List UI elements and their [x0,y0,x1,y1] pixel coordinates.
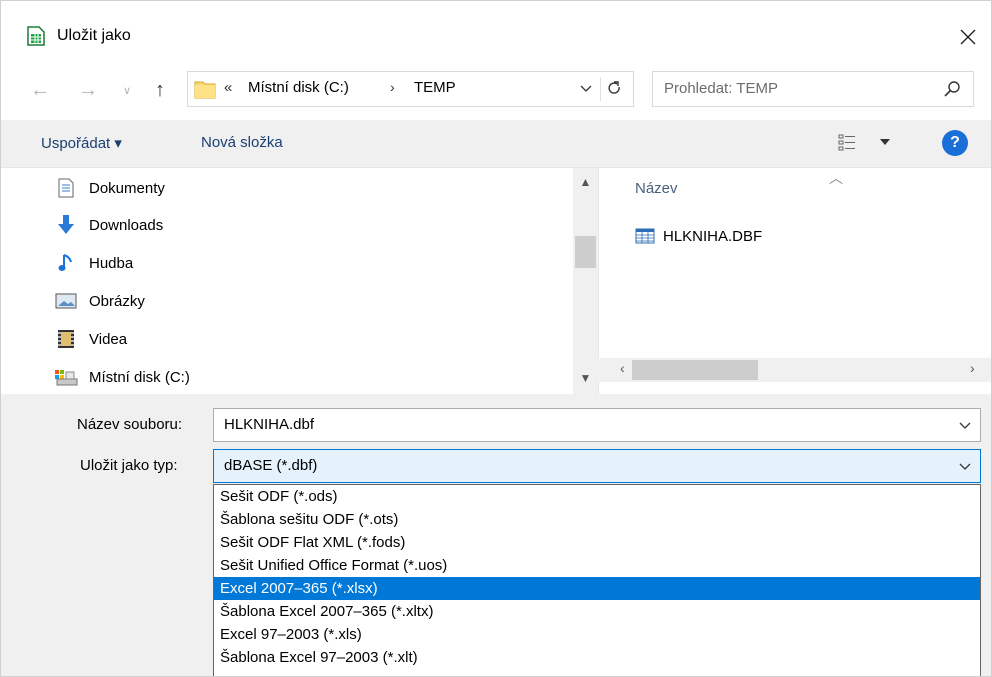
search-input[interactable]: Prohledat: TEMP [652,71,974,107]
download-icon [53,214,79,236]
calc-app-icon [27,26,45,46]
refresh-button[interactable] [600,77,628,101]
breadcrumb-drive[interactable]: Místní disk (C:) [248,79,349,96]
dbf-file-icon [635,228,655,244]
window-title: Uložit jako [57,27,131,44]
arrow-up-icon: ↑ [155,78,165,101]
sidebar-item-pictures[interactable]: Obrázky [53,283,145,319]
scroll-thumb[interactable] [575,236,596,268]
chevron-down-icon[interactable] [956,457,974,475]
search-placeholder: Prohledat: TEMP [664,80,778,97]
view-options-icon[interactable] [838,133,856,153]
sidebar-item-videos[interactable]: Videa [53,321,127,357]
sidebar-item-label: Downloads [89,216,164,234]
scroll-up-icon[interactable]: ▲ [573,172,598,192]
music-icon [53,252,79,274]
save-as-dialog: Uložit jako ← → ∨ ↑ « Místní disk (C:) ›… [0,0,992,677]
filename-field[interactable]: HLKNIHA.dbf [213,408,981,442]
sort-ascending-icon: ︿ [829,170,843,186]
filename-label: Název souboru: [77,416,183,433]
help-button[interactable]: ? [942,130,968,156]
chevron-down-icon: ∨ [122,84,132,97]
file-type-dropdown-list: Sešit ODF (*.ods) Šablona sešitu ODF (*.… [213,484,981,676]
scroll-thumb[interactable] [632,360,758,380]
file-type-option[interactable]: Šablona sešitu ODF (*.ots) [214,508,980,531]
up-button[interactable]: ↑ [149,77,171,103]
chevron-down-icon[interactable] [956,416,974,434]
breadcrumb-folder[interactable]: TEMP [414,79,456,96]
organize-button[interactable]: Uspořádat ▾ [41,134,122,152]
file-type-option[interactable]: Sešit ODF Flat XML (*.fods) [214,531,980,554]
sidebar-item-documents[interactable]: Dokumenty [53,170,165,206]
file-type-option-selected[interactable]: Excel 2007–365 (*.xlsx) [214,577,980,600]
address-bar[interactable]: « Místní disk (C:) › TEMP [187,71,634,107]
sidebar-item-label: Videa [89,330,128,348]
filename-value: HLKNIHA.dbf [224,416,315,433]
sidebar-item-label: Dokumenty [89,179,165,197]
sidebar-item-label: Hudba [89,254,134,272]
new-folder-button[interactable]: Nová složka [201,134,283,151]
command-bar: Uspořádat ▾ Nová složka ? [1,120,991,168]
view-dropdown-icon[interactable] [879,138,891,146]
breadcrumb-separator-icon: › [390,79,395,95]
videos-icon [53,328,79,350]
title-bar: Uložit jako [1,1,991,63]
file-type-value: dBASE (*.dbf) [224,457,318,474]
file-type-option[interactable]: Sešit ODF (*.ods) [214,485,980,508]
arrow-right-icon: → [78,78,98,101]
close-icon [960,29,976,45]
folder-icon [194,81,216,99]
sidebar-item-downloads[interactable]: Downloads [53,207,163,243]
recent-locations-button[interactable]: ∨ [119,77,135,103]
sidebar-item-label: Místní disk (C:) [89,368,190,386]
arrow-left-icon: ← [30,78,50,101]
file-type-option[interactable]: Šablona Excel 97–2003 (*.xlt) [214,646,980,669]
search-icon [944,81,960,97]
scroll-left-icon[interactable]: ‹ [620,360,625,376]
file-type-select[interactable]: dBASE (*.dbf) [213,449,981,483]
file-type-option[interactable]: Excel 97–2003 (*.xls) [214,623,980,646]
file-name: HLKNIHA.DBF [663,227,763,245]
drive-icon [53,366,79,388]
navigation-pane: Dokumenty Downloads Hudba Obrázky Videa [1,168,598,394]
back-button[interactable]: ← [29,77,51,103]
scroll-right-icon[interactable]: › [970,360,975,376]
pictures-icon [53,290,79,312]
sidebar-item-label: Obrázky [89,292,145,310]
file-type-label: Uložit jako typ: [80,457,178,474]
file-type-option[interactable]: Šablona Excel 2007–365 (*.xltx) [214,600,980,623]
file-list-scrollbar[interactable]: ‹ › [598,358,991,382]
file-type-option[interactable]: Sešit Unified Office Format (*.uos) [214,554,980,577]
chevron-down-icon [580,85,592,92]
documents-icon [53,177,79,199]
address-overflow-icon[interactable]: « [224,79,232,96]
navigation-pane-scrollbar[interactable]: ▲ ▼ [573,168,598,394]
column-header-name[interactable]: Název [635,180,678,197]
sidebar-item-local-disk[interactable]: Místní disk (C:) [53,359,190,395]
refresh-icon [607,81,620,94]
file-row[interactable]: HLKNIHA.DBF [635,224,762,248]
forward-button[interactable]: → [77,77,99,103]
address-dropdown-button[interactable] [574,78,598,100]
scroll-down-icon[interactable]: ▼ [573,368,598,388]
sidebar-item-music[interactable]: Hudba [53,245,133,281]
close-button[interactable] [945,17,991,57]
